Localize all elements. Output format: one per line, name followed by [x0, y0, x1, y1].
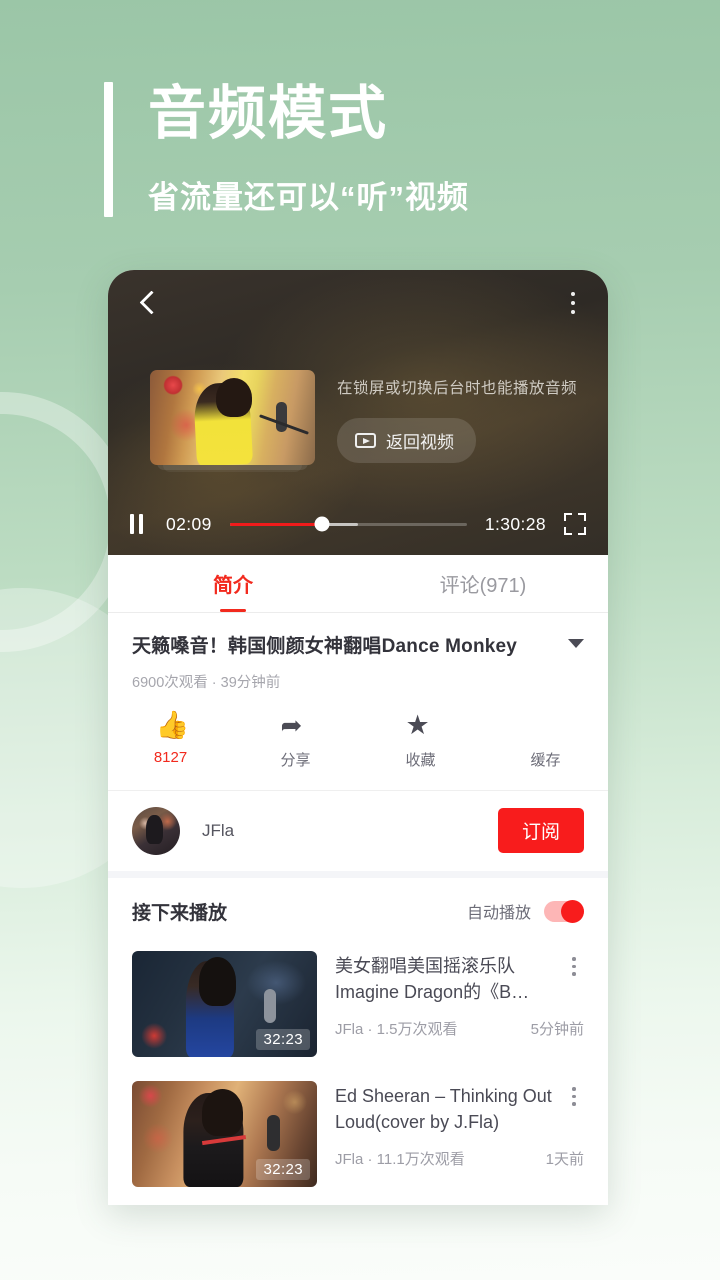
like-button[interactable]: 👍 8127: [108, 710, 233, 770]
duration-badge: 32:23: [256, 1158, 310, 1180]
video-thumbnail: 32:23: [132, 1080, 317, 1187]
tab-intro[interactable]: 简介: [108, 555, 358, 612]
download-label: 缓存: [530, 751, 561, 769]
list-item[interactable]: 32:23 美女翻唱美国摇滚乐队Imagine Dragon的《B… JFla …: [132, 941, 584, 1071]
audio-mode-player: 在锁屏或切换后台时也能播放音频 返回视频 02:09 1:30:28: [108, 270, 608, 555]
like-count: 8127: [153, 748, 188, 766]
list-item-meta: JFla · 1.5万次观看 5分钟前: [335, 1018, 584, 1039]
page-title: 音频模式: [148, 81, 389, 146]
thumbs-up-icon: 👍: [155, 709, 190, 740]
upnext-list: 32:23 美女翻唱美国摇滚乐队Imagine Dragon的《B… JFla …: [108, 930, 608, 1201]
video-info: 天籁嗓音！韩国侧颜女神翻唱Dance Monkey 6900次观看 · 39分钟…: [108, 613, 608, 692]
star-icon: ★: [405, 709, 430, 740]
list-item-channel-views: JFla · 1.5万次观看: [335, 1020, 458, 1038]
video-title: 天籁嗓音！韩国侧颜女神翻唱Dance Monkey: [132, 636, 518, 657]
player-topbar: [108, 270, 608, 336]
progress-knob[interactable]: [314, 516, 330, 532]
player-info: 在锁屏或切换后台时也能播放音频 返回视频: [315, 370, 608, 490]
kebab-menu-icon[interactable]: [564, 1085, 584, 1109]
list-item-time: 1天前: [545, 1150, 584, 1168]
player-body: 在锁屏或切换后台时也能播放音频 返回视频: [108, 370, 608, 490]
player-controls: 02:09 1:30:28: [108, 507, 608, 541]
list-item-title: Ed Sheeran – Thinking Out Loud(cover by …: [335, 1085, 552, 1132]
share-button[interactable]: ➦ 分享: [233, 710, 358, 770]
progress-slider[interactable]: [229, 516, 467, 532]
upnext-title: 接下来播放: [132, 902, 228, 924]
download-button[interactable]: 缓存: [483, 710, 608, 770]
play-box-icon: [355, 433, 376, 448]
total-time: 1:30:28: [484, 513, 546, 534]
fullscreen-icon[interactable]: [564, 513, 586, 535]
back-to-video-button[interactable]: 返回视频: [337, 418, 476, 463]
avatar[interactable]: [132, 806, 180, 855]
list-item-channel-views: JFla · 11.1万次观看: [335, 1150, 465, 1168]
video-thumbnail: 32:23: [132, 950, 317, 1057]
video-meta: 6900次观看 · 39分钟前: [132, 674, 281, 691]
action-bar: 👍 8127 ➦ 分享 ★ 收藏 缓存: [108, 691, 608, 791]
phone-mockup: 在锁屏或切换后台时也能播放音频 返回视频 02:09 1:30:28 简介 评论: [108, 270, 608, 1205]
list-item-title: 美女翻唱美国摇滚乐队Imagine Dragon的《B…: [335, 955, 530, 1002]
kebab-menu-icon[interactable]: [560, 286, 586, 320]
upnext-header: 接下来播放 自动播放: [108, 877, 608, 931]
progress-fill: [229, 522, 323, 526]
list-item[interactable]: 32:23 Ed Sheeran – Thinking Out Loud(cov…: [132, 1071, 584, 1201]
favorite-label: 收藏: [405, 751, 436, 769]
share-icon: ➦: [280, 709, 303, 740]
player-thumbnail-stack: [150, 370, 315, 472]
autoplay-toggle[interactable]: [544, 899, 584, 923]
duration-badge: 32:23: [256, 1028, 310, 1050]
list-item-body: Ed Sheeran – Thinking Out Loud(cover by …: [317, 1081, 584, 1187]
subscribe-button[interactable]: 订阅: [497, 808, 584, 854]
autoplay-label: 自动播放: [466, 905, 531, 923]
kebab-menu-icon[interactable]: [564, 955, 584, 979]
channel-name: JFla: [202, 820, 235, 840]
pause-icon[interactable]: [130, 514, 152, 534]
channel-row: JFla 订阅: [108, 790, 608, 878]
favorite-button[interactable]: ★ 收藏: [358, 710, 483, 770]
chevron-left-icon[interactable]: [130, 286, 164, 320]
list-item-time: 5分钟前: [530, 1020, 584, 1038]
tab-comments[interactable]: 评论(971): [358, 555, 608, 612]
chevron-down-icon[interactable]: [568, 639, 584, 648]
page-subtitle: 省流量还可以“听”视频: [148, 180, 469, 215]
content-tabs: 简介 评论(971): [108, 555, 608, 613]
list-item-meta: JFla · 11.1万次观看 1天前: [335, 1148, 584, 1169]
audio-mode-note: 在锁屏或切换后台时也能播放音频: [337, 380, 578, 397]
headline-accent-bar: [104, 82, 113, 217]
list-item-body: 美女翻唱美国摇滚乐队Imagine Dragon的《B… JFla · 1.5万…: [317, 951, 584, 1057]
back-to-video-label: 返回视频: [386, 433, 454, 452]
share-label: 分享: [280, 751, 311, 769]
current-time: 02:09: [166, 513, 212, 534]
player-thumbnail: [150, 370, 315, 465]
